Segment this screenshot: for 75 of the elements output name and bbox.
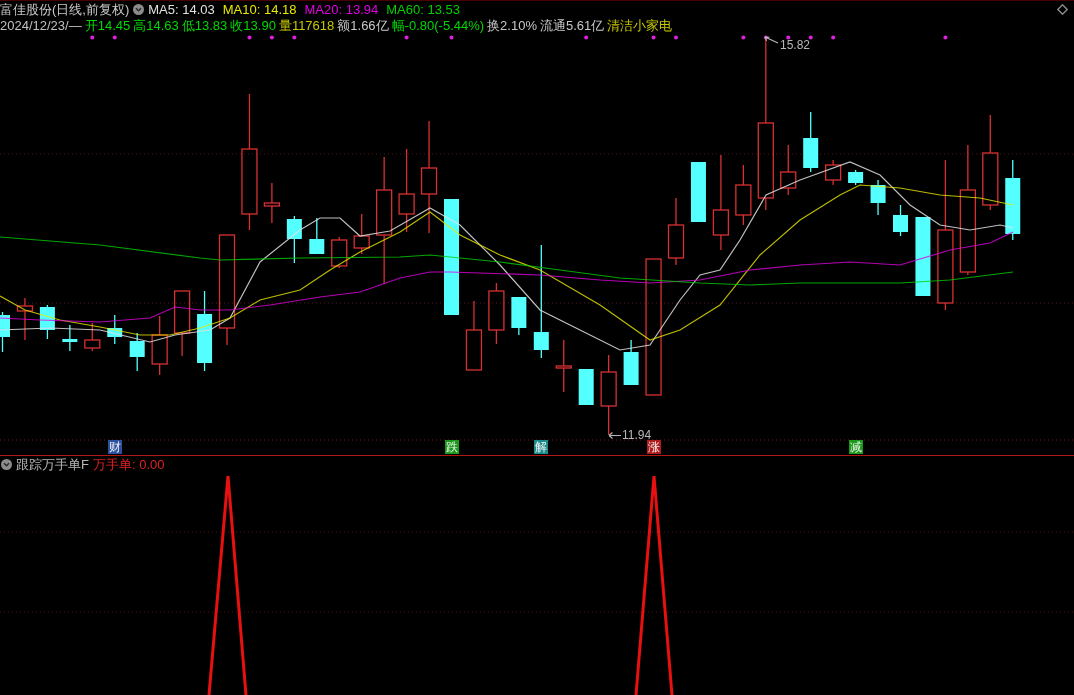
candlestick: [107, 314, 123, 345]
chevron-down-icon[interactable]: [1, 459, 12, 470]
high-price-label: 15.82: [780, 38, 811, 52]
dot-icon: [112, 35, 117, 40]
signal-label: 减: [848, 440, 863, 454]
chevron-down-icon[interactable]: [133, 3, 145, 15]
dot-icon: [292, 35, 297, 40]
candlestick: [555, 339, 572, 393]
quote-field: 低13.83: [181, 17, 228, 33]
dot-icon: [404, 35, 409, 40]
candlestick: [465, 300, 483, 371]
dot-icon: [449, 35, 454, 40]
dot-icon: [90, 35, 95, 40]
low-price-label: 11.94: [622, 428, 652, 442]
moving-average-value: MA5: 14.03: [148, 1, 215, 17]
dot-icon: [247, 35, 252, 40]
candlestick: [690, 162, 706, 222]
candlestick: [129, 332, 145, 372]
candlestick: [353, 213, 370, 255]
arrow-icon: [764, 36, 779, 44]
dot-icon: [651, 35, 656, 40]
indicator-value: 万手单: 0.00: [92, 457, 165, 472]
candlestick: [667, 197, 685, 266]
candlestick: [578, 369, 594, 405]
candlestick: [511, 297, 527, 336]
dot-icon: [786, 35, 791, 40]
quote-field: 高14.63: [133, 17, 179, 33]
candlestick: [803, 111, 819, 173]
dot-icon: [763, 35, 768, 40]
chart-title: 富佳股份(日线,前复权): [0, 1, 130, 17]
signal-label: 涨: [646, 440, 661, 454]
candlestick: [16, 297, 34, 341]
dot-icon: [831, 35, 836, 40]
quote-field: 开14.45: [84, 17, 131, 33]
dot-icon: [808, 35, 813, 40]
diamond-icon[interactable]: [1057, 3, 1068, 15]
quote-field: 清洁小家电: [607, 17, 673, 33]
signal-label: 财: [107, 440, 122, 454]
signal-label: 解: [534, 440, 549, 454]
quote-field: 量117618: [278, 17, 335, 33]
candlestick: [623, 339, 639, 385]
quote-field: 幅-0.80(-5.44%): [391, 17, 485, 33]
signal-label: 跌: [444, 440, 459, 454]
candlestick: [848, 169, 864, 186]
moving-average-value: MA10: 14.18: [222, 1, 297, 17]
candlestick: [488, 282, 505, 345]
arrow-icon: [608, 432, 621, 439]
candlestick: [173, 290, 191, 357]
candlestick: [331, 236, 348, 269]
dot-icon: [674, 35, 678, 40]
candlestick: [84, 322, 101, 352]
candlestick: [286, 215, 302, 264]
dot-icon: [584, 35, 589, 40]
candlestick: [870, 179, 886, 216]
dot-icon: [269, 35, 274, 40]
candlestick: [62, 324, 78, 352]
candlestick: [39, 304, 55, 340]
quote-field: 流通5.61亿: [539, 17, 605, 33]
candlestick: [893, 204, 908, 237]
quote-field: 换2.10%: [487, 17, 537, 33]
candlestick: [0, 311, 10, 353]
candlestick: [263, 182, 281, 224]
candlestick: [825, 159, 842, 186]
quote-field: 收13.90: [230, 17, 276, 33]
dot-icon: [741, 35, 746, 40]
candlestick: [780, 144, 797, 196]
dot-icon: [943, 35, 948, 40]
moving-average-value: MA60: 13.53: [386, 1, 460, 17]
candlestick: [309, 217, 325, 254]
candlestick: [735, 164, 752, 226]
indicator-title: 跟踪万手单F: [16, 457, 89, 472]
moving-average-value: MA20: 13.94: [304, 1, 379, 17]
quote-date: 2024/12/23/—: [0, 17, 82, 33]
quote-field: 额1.66亿: [337, 17, 389, 33]
candlestick: [151, 315, 168, 376]
